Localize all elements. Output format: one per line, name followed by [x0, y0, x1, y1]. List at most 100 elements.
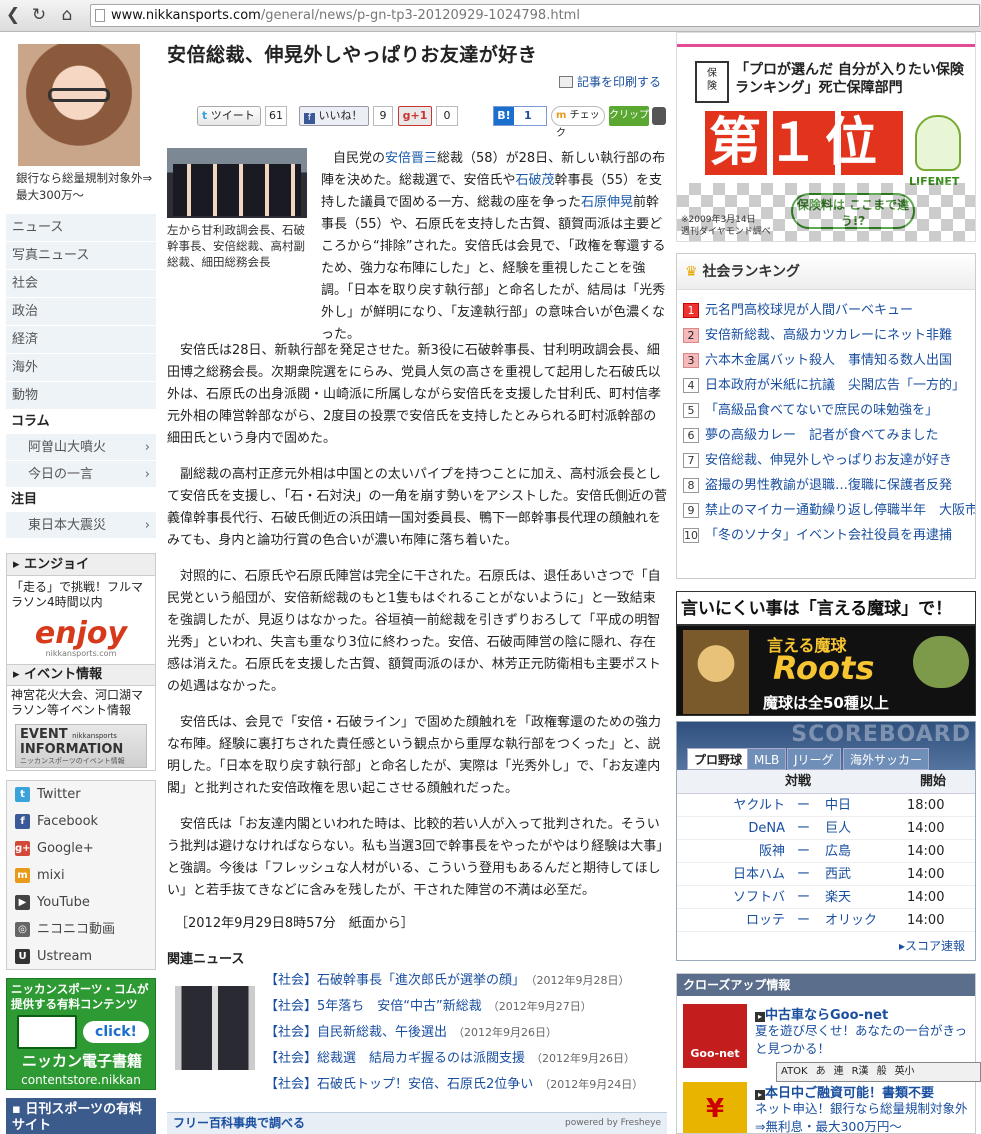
- related-item[interactable]: 【社会】石破氏トップ！安倍、石原氏2位争い （2012年9月24日）: [265, 1072, 643, 1098]
- enjoy-heading: ▸ エンジョイ: [7, 554, 155, 576]
- attention-item[interactable]: 東日本大震災 ›: [6, 512, 156, 539]
- nav-item-animals[interactable]: 動物: [6, 382, 156, 410]
- social-link-ニコニコ動画[interactable]: ◎ ニコニコ動画: [7, 916, 155, 943]
- enjoy-text[interactable]: 「走る」で挑戦！フルマラソン4時間以内: [7, 576, 155, 614]
- wiki-label: フリー百科事典で調べる: [173, 1116, 306, 1130]
- related-item[interactable]: 【社会】自民新総裁、午後選出 （2012年9月26日）: [265, 1020, 643, 1046]
- ranking-item[interactable]: 8 盗撮の男性教諭が退職…復職に保護者反発: [677, 473, 975, 498]
- related-item[interactable]: 【社会】石破幹事長「進次郎氏が選挙の顔」 （2012年9月28日）: [265, 968, 643, 994]
- score-tab[interactable]: MLB: [747, 748, 787, 770]
- social-link-facebook[interactable]: f Facebook: [7, 808, 155, 835]
- gplus-button[interactable]: g+1: [398, 106, 432, 126]
- related-photo[interactable]: [175, 986, 255, 1070]
- ime-item[interactable]: あ: [812, 1066, 830, 1077]
- youtube-icon: ▶: [15, 895, 30, 910]
- related-news: 関連ニュース 【社会】石破幹事長「進次郎氏が選挙の顔」 （2012年9月28日）【…: [167, 950, 667, 1092]
- related-item[interactable]: 【社会】5年落ち 安倍“中古”新総裁 （2012年9月27日）: [265, 994, 643, 1020]
- score-row[interactable]: 日本ハムー西武 14:00: [677, 863, 975, 886]
- ranking-item[interactable]: 2 安倍新総裁、高級カツカレーにネット非難: [677, 323, 975, 348]
- rank-number: 4: [683, 378, 699, 393]
- score-row[interactable]: 阪神ー広島 14:00: [677, 840, 975, 863]
- social-link-mixi[interactable]: m mixi: [7, 862, 155, 889]
- score-tab[interactable]: Jリーグ: [787, 748, 841, 770]
- home-icon[interactable]: ⌂: [56, 4, 78, 26]
- related-item[interactable]: 【社会】総裁選 結局カギ握るのは派閥支援 （2012年9月26日）: [265, 1046, 643, 1072]
- ranking-item[interactable]: 6 夢の高級カレー 記者が食べてみました: [677, 423, 975, 448]
- print-link[interactable]: 記事を印刷する: [558, 74, 661, 90]
- score-row[interactable]: ロッテーオリック 14:00: [677, 909, 975, 932]
- clip-button[interactable]: クリップ: [609, 106, 649, 126]
- ranking-item[interactable]: 10 「冬のソナタ」イベント会社役員を再逮捕: [677, 523, 975, 548]
- ranking-item[interactable]: 7 安倍総裁、伸晃外しやっぱりお友達が好き: [677, 448, 975, 473]
- column-item[interactable]: 阿曽山大噴火 ›: [6, 434, 156, 461]
- ranking-item[interactable]: 3 六本木金属バット殺人 事情知る数人出国: [677, 348, 975, 373]
- link-abe[interactable]: 安倍晋三: [385, 151, 437, 166]
- nav-item-photo-news[interactable]: 写真ニュース: [6, 242, 156, 270]
- ime-item[interactable]: 連: [830, 1066, 848, 1077]
- social-link-label: Twitter: [37, 787, 81, 802]
- p1-rest: 前幹事長（55）や、石原氏を支持した古賀、額賀両派は主要どころから“排除”された…: [321, 195, 666, 342]
- score-tab[interactable]: プロ野球: [687, 748, 750, 770]
- ime-item[interactable]: 英小: [891, 1066, 919, 1077]
- ad1-rank: 第１位: [705, 111, 905, 175]
- promo-box[interactable]: 銀行なら総量規制対象外⇒最大300万〜: [6, 40, 156, 208]
- contents-ad[interactable]: ニッカンスポーツ・コムが提供する有料コンテンツ click! ニッカン電子書籍 …: [6, 978, 156, 1090]
- social-link-label: mixi: [37, 868, 65, 883]
- score-row[interactable]: DeNA ー巨人 14:00: [677, 817, 975, 840]
- social-link-google+[interactable]: g+ Google+: [7, 835, 155, 862]
- like-button[interactable]: f いいね！: [299, 106, 369, 126]
- closeup-item[interactable]: ¥ ▸ 本日中ご融資可能！書類不要 ネット申込！銀行なら総量規制対象外⇒無利息・最…: [677, 1080, 975, 1133]
- score-vs: ー: [797, 844, 811, 859]
- nav-item-society[interactable]: 社会: [6, 270, 156, 298]
- event-logo[interactable]: EVENT nikkansports INFORMATION ニッカンスポーツの…: [15, 724, 147, 768]
- ime-item[interactable]: 般: [873, 1066, 891, 1077]
- ranking-item-title: 元名門高校球児が人間バーベキュー: [705, 303, 914, 318]
- score-tab[interactable]: 海外サッカー: [843, 748, 930, 770]
- ime-item[interactable]: R漢: [848, 1066, 873, 1077]
- ime-toolbar[interactable]: ATOK あ連 R漢般英小: [776, 1062, 981, 1082]
- wiki-bar[interactable]: フリー百科事典で調べる powered by Fresheye: [167, 1112, 667, 1134]
- enjoy-logo[interactable]: enjoy nikkansports.com: [21, 618, 141, 658]
- click-button[interactable]: click!: [83, 1021, 149, 1043]
- event-text[interactable]: 神宮花火大会、河口湖マラソン等イベント情報: [11, 688, 153, 718]
- evernote-icon[interactable]: [652, 107, 666, 125]
- rank-number: 8: [683, 478, 699, 493]
- reload-icon[interactable]: ↻: [28, 4, 50, 26]
- ranking-item[interactable]: 1 元名門高校球児が人間バーベキュー: [677, 298, 975, 323]
- link-ishihara[interactable]: 石原伸晃: [581, 195, 633, 210]
- score-row[interactable]: ヤクルトー中日 18:00: [677, 794, 975, 817]
- tweet-button[interactable]: t ツイート: [197, 106, 261, 126]
- facebook-icon: f: [15, 814, 30, 829]
- score-row[interactable]: ソフトバー楽天 14:00: [677, 886, 975, 909]
- ranking-item[interactable]: 4 日本政府が米紙に抗議 尖閣広告「一方的」: [677, 373, 975, 398]
- ad1-note1: ※2009年3月14日: [681, 215, 756, 225]
- lifenet-ad[interactable]: 保険 「プロが選んだ 自分が入りたい保険 ランキング」死亡保障部門 第１位 LI…: [676, 32, 976, 242]
- social-link-twitter[interactable]: t Twitter: [7, 781, 155, 808]
- address-bar[interactable]: www.nikkansports.com/general/news/p-gn-t…: [90, 4, 980, 27]
- ranking-item-title: 夢の高級カレー 記者が食べてみました: [705, 428, 939, 443]
- arrow-icon: ▸: [755, 1012, 765, 1022]
- ustream-icon: U: [15, 949, 30, 964]
- facebook-icon: f: [304, 113, 315, 124]
- nav-item-economy[interactable]: 経済: [6, 326, 156, 354]
- score-away: 広島: [825, 844, 852, 859]
- rank-number: 10: [683, 528, 699, 543]
- score-link[interactable]: ▸スコア速報: [899, 937, 965, 954]
- social-link-label: YouTube: [37, 895, 90, 910]
- ranking-item[interactable]: 5 「高級品食べてないで庶民の味勉強を」: [677, 398, 975, 423]
- social-link-youtube[interactable]: ▶ YouTube: [7, 889, 155, 916]
- ime-item[interactable]: ATOK: [777, 1066, 812, 1077]
- ranking-item[interactable]: 9 禁止のマイカー通勤繰り返し停職半年 大阪市: [677, 498, 975, 523]
- nav-item-news[interactable]: ニュース: [6, 214, 156, 242]
- check-button[interactable]: m チェック: [551, 106, 605, 139]
- column-item[interactable]: 今日の一言 ›: [6, 461, 156, 488]
- nav-item-overseas[interactable]: 海外: [6, 354, 156, 382]
- link-ishiba[interactable]: 石破茂: [515, 173, 554, 188]
- social-link-ustream[interactable]: U Ustream: [7, 943, 155, 970]
- paid-sites-heading[interactable]: ▪ 日刊スポーツの有料サイト: [6, 1098, 156, 1134]
- back-icon[interactable]: ❮: [2, 4, 24, 26]
- roots-ad[interactable]: 言いにくい事は「言える魔球」で！ 言える魔球 Roots 魔球は全50種以上: [676, 591, 976, 716]
- nav-item-politics[interactable]: 政治: [6, 298, 156, 326]
- para-4: 対照的に、石原氏や石原氏陣営は完全に干された。石原氏は、退任あいさつで「自民党と…: [167, 569, 661, 694]
- hatena-button[interactable]: B! 1: [493, 106, 547, 126]
